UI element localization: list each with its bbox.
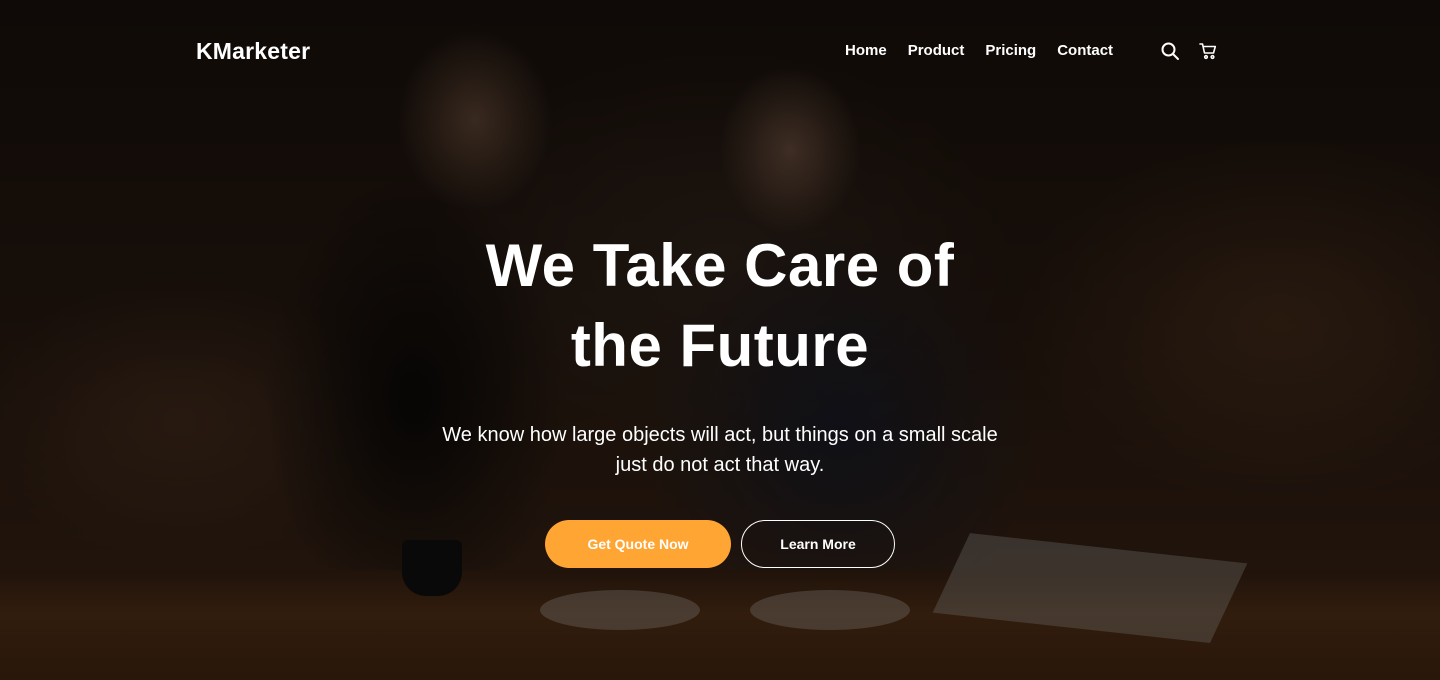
- nav-link-contact[interactable]: Contact: [1057, 42, 1113, 59]
- hero-title-line-2: the Future: [570, 312, 870, 379]
- cart-icon[interactable]: [1198, 41, 1218, 61]
- main-nav: Home Product Pricing Contact: [845, 42, 1113, 59]
- nav-link-pricing[interactable]: Pricing: [985, 42, 1036, 59]
- hero-title-line-1: We Take Care of: [485, 232, 955, 299]
- nav-link-home[interactable]: Home: [845, 42, 887, 59]
- hero-title: We Take Care of the Future: [440, 226, 1000, 386]
- nav-icons: [1160, 41, 1218, 61]
- nav-link-product[interactable]: Product: [908, 42, 965, 59]
- get-quote-button[interactable]: Get Quote Now: [545, 520, 731, 568]
- brand-logo[interactable]: KMarketer: [196, 38, 310, 65]
- hero-subtitle: We know how large objects will act, but …: [442, 424, 998, 476]
- top-navbar: KMarketer Home Product Pricing Contact: [0, 0, 1440, 104]
- learn-more-button[interactable]: Learn More: [741, 520, 895, 568]
- hero-section: We Take Care of the Future We know how l…: [0, 226, 1440, 568]
- search-icon[interactable]: [1160, 41, 1180, 61]
- hero-cta-row: Get Quote Now Learn More: [0, 520, 1440, 568]
